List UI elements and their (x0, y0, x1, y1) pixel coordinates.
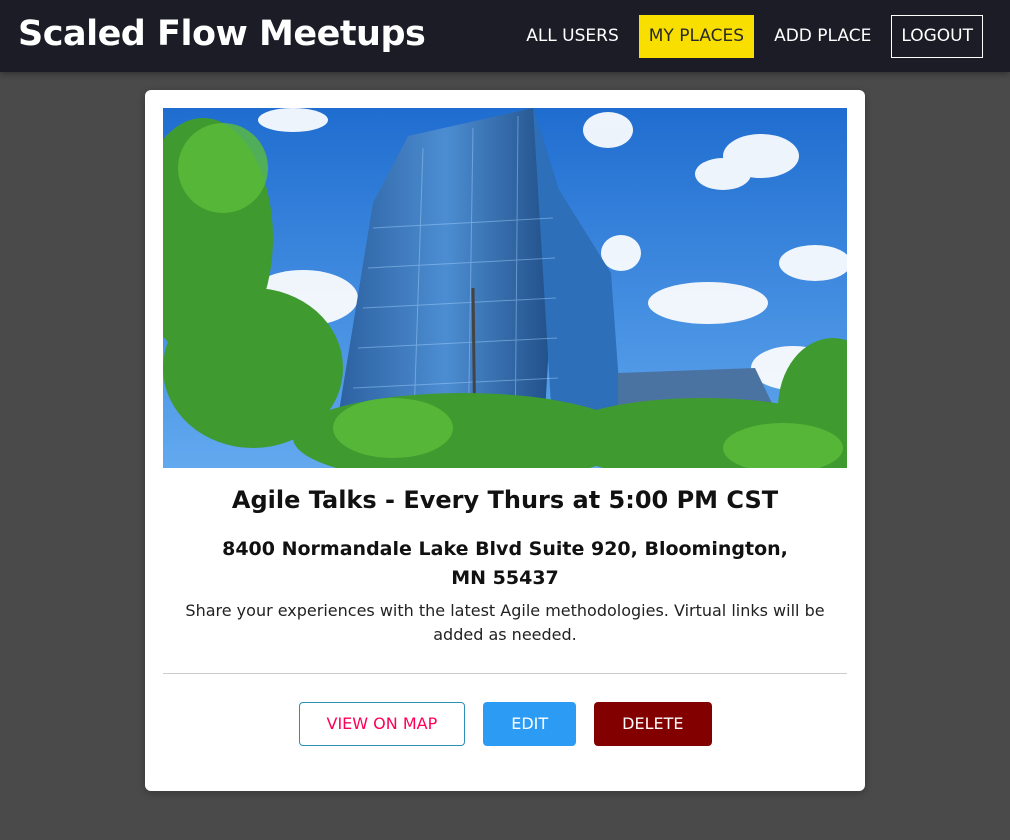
place-card: Agile Talks - Every Thurs at 5:00 PM CST… (145, 90, 865, 791)
office-tower-photo (163, 108, 847, 468)
app-title[interactable]: Scaled Flow Meetups (18, 14, 426, 54)
place-title: Agile Talks - Every Thurs at 5:00 PM CST (231, 486, 779, 514)
divider (163, 673, 847, 674)
nav-add-place[interactable]: ADD PLACE (764, 15, 881, 58)
main-navigation: ALL USERS MY PLACES ADD PLACE LOGOUT (506, 15, 983, 58)
delete-button[interactable]: DELETE (594, 702, 712, 746)
place-description: Share your experiences with the latest A… (185, 601, 825, 644)
logout-button[interactable]: LOGOUT (891, 15, 983, 58)
edit-button[interactable]: EDIT (483, 702, 577, 746)
place-address: 8400 Normandale Lake Blvd Suite 920, Blo… (222, 538, 788, 589)
place-image (163, 108, 847, 468)
main-header: Scaled Flow Meetups ALL USERS MY PLACES … (0, 0, 1010, 72)
nav-all-users[interactable]: ALL USERS (516, 15, 629, 58)
view-on-map-button[interactable]: VIEW ON MAP (298, 702, 466, 746)
place-actions: VIEW ON MAP EDIT DELETE (145, 702, 865, 746)
nav-my-places[interactable]: MY PLACES (638, 15, 755, 58)
